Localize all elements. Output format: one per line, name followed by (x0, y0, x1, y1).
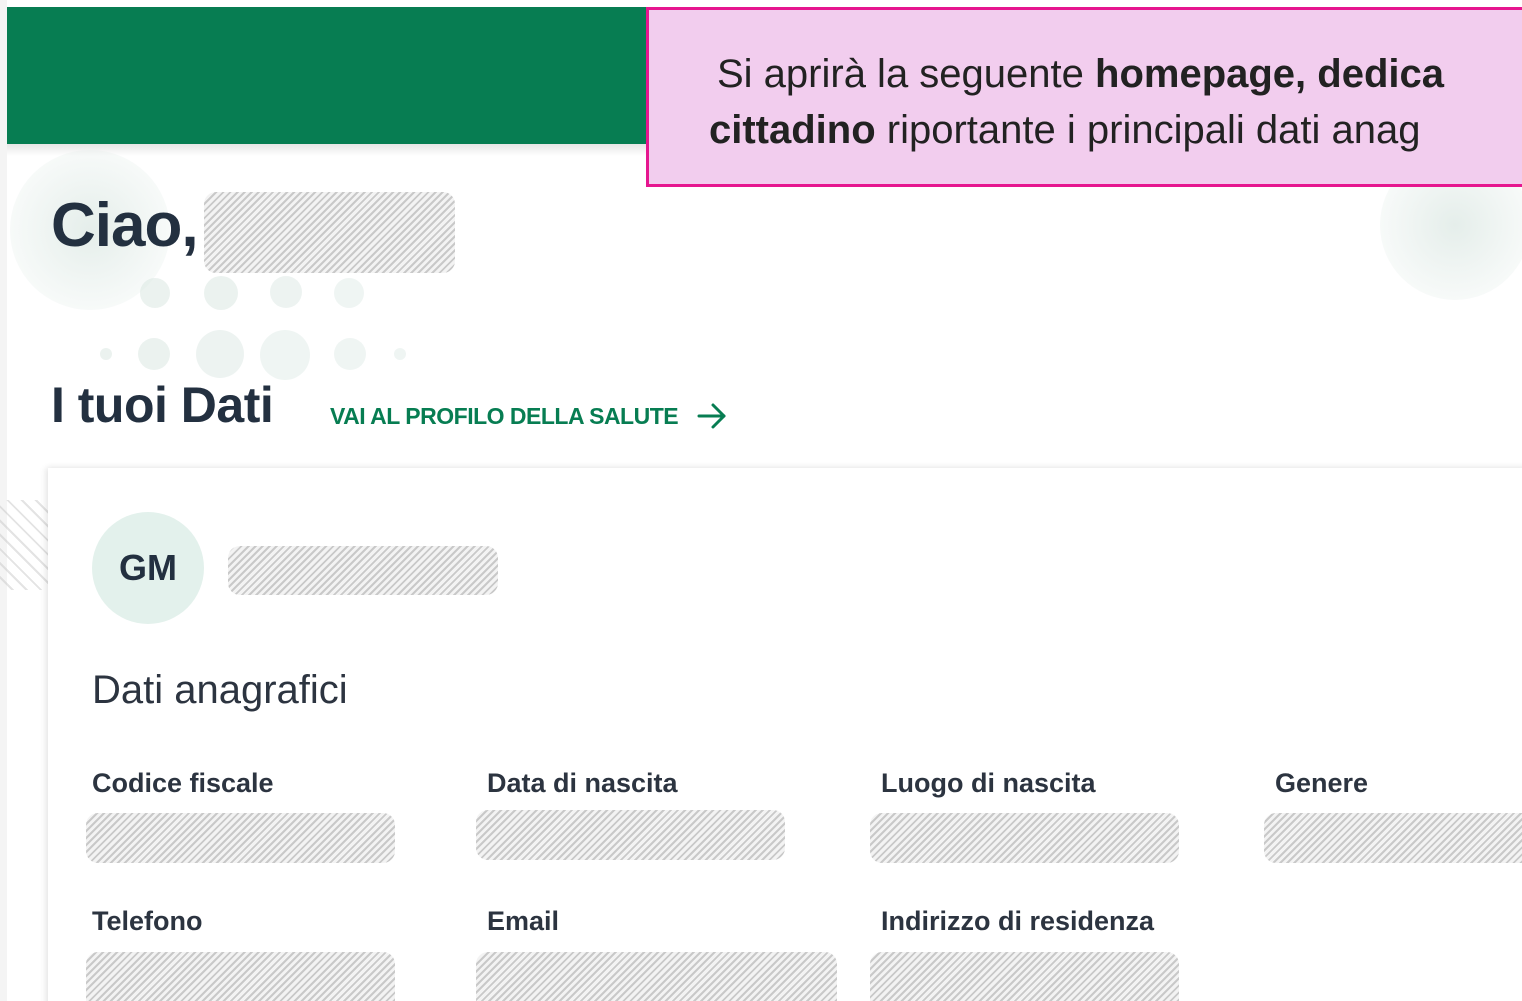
decorative-dot (270, 276, 302, 308)
field-label-luogo-nascita: Luogo di nascita (881, 768, 1096, 798)
redacted-telefono (86, 952, 395, 1001)
decorative-dot (100, 348, 112, 360)
field-label-data-nascita: Data di nascita (487, 768, 678, 798)
decorative-dot (138, 338, 170, 370)
decorative-dot (394, 348, 406, 360)
callout-line-2: cittadino riportante i principali dati a… (709, 102, 1522, 158)
redacted-user-name (204, 192, 455, 273)
field-label-indirizzo-residenza: Indirizzo di residenza (881, 906, 1155, 936)
callout-text: Si aprirà la seguente (717, 52, 1096, 96)
health-profile-link-label: VAI AL PROFILO DELLA SALUTE (330, 402, 679, 429)
redacted-codice-fiscale (86, 813, 395, 863)
redacted-genere (1264, 813, 1522, 863)
decorative-dot (334, 338, 366, 370)
field-label-genere: Genere (1275, 768, 1369, 798)
callout-bold-text: cittadino (709, 108, 876, 152)
greeting-title: Ciao, (51, 191, 199, 260)
health-profile-link[interactable]: VAI AL PROFILO DELLA SALUTE (330, 402, 728, 430)
arrow-right-icon (697, 403, 726, 429)
field-label-email: Email (487, 906, 560, 936)
redacted-data-nascita (476, 810, 785, 860)
decorative-dot (196, 330, 244, 378)
decorative-dot (334, 278, 364, 308)
redacted-full-name (228, 546, 498, 595)
decorative-dot (204, 276, 238, 310)
decorative-dot (260, 330, 310, 380)
avatar: GM (92, 512, 204, 624)
section-title: I tuoi Dati (51, 377, 274, 433)
anagrafica-title: Dati anagrafici (92, 668, 348, 712)
redacted-luogo-nascita (870, 813, 1179, 863)
redacted-indirizzo-residenza (870, 952, 1179, 1001)
redacted-email (476, 952, 837, 1001)
callout-bold-text: homepage, dedica (1095, 52, 1444, 96)
callout-text: riportante i principali dati anag (875, 108, 1421, 152)
field-label-telefono: Telefono (92, 906, 203, 936)
page: Si aprirà la seguente homepage, dedica c… (0, 0, 1522, 1001)
decorative-stripes (0, 500, 48, 590)
annotation-callout: Si aprirà la seguente homepage, dedica c… (646, 7, 1522, 187)
field-label-codice-fiscale: Codice fiscale (92, 768, 274, 798)
decorative-dot (140, 278, 170, 308)
callout-line-1: Si aprirà la seguente homepage, dedica (709, 46, 1522, 102)
